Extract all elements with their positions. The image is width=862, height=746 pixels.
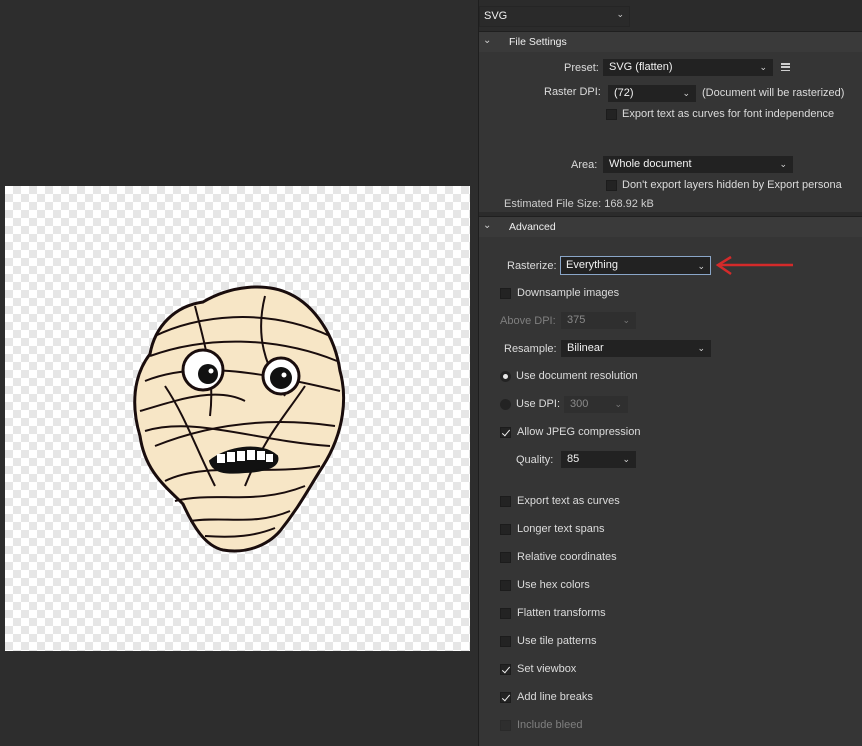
preset-value: SVG (flatten) (609, 61, 673, 73)
use-dpi-label: Use DPI: (516, 398, 561, 410)
use-dpi-value: 300 (570, 398, 589, 410)
downsample-checkbox[interactable] (500, 288, 511, 299)
option-label: Export text as curves (517, 495, 620, 507)
use-document-resolution-radio[interactable] (500, 371, 511, 382)
annotation-arrow-icon (715, 255, 793, 276)
quality-value: 85 (567, 453, 580, 465)
export-text-curves-font-label: Export text as curves for font independe… (622, 108, 835, 120)
option-label: Use hex colors (517, 579, 590, 591)
rasterize-label: Rasterize: (507, 260, 557, 272)
rasterize-dropdown[interactable]: Everything ⌄ (560, 256, 711, 275)
option-label: Flatten transforms (517, 607, 606, 619)
resample-dropdown[interactable]: Bilinear ⌄ (561, 340, 711, 357)
option-checkbox[interactable] (500, 552, 511, 563)
option-label: Set viewbox (517, 663, 577, 675)
area-label: Area: (571, 159, 598, 171)
option-label: Relative coordinates (517, 551, 617, 563)
chevron-down-icon: ⌄ (622, 315, 630, 325)
dont-export-hidden-label: Don't export layers hidden by Export per… (622, 179, 842, 191)
option-checkbox[interactable] (500, 524, 511, 535)
rasterize-value: Everything (566, 259, 618, 271)
option-label: Include bleed (517, 719, 583, 731)
resample-label: Resample: (504, 343, 557, 355)
chevron-down-icon: ⌄ (779, 159, 787, 169)
format-value: SVG (484, 10, 508, 22)
above-dpi-value: 375 (567, 314, 586, 326)
raster-dpi-dropdown[interactable]: (72) ⌄ (608, 85, 696, 102)
format-dropdown[interactable]: SVG ⌄ (479, 6, 630, 27)
area-value: Whole document (609, 158, 692, 170)
chevron-down-icon: ⌄ (614, 399, 622, 409)
downsample-label: Downsample images (517, 287, 620, 299)
area-dropdown[interactable]: Whole document ⌄ (603, 156, 793, 173)
raster-note: (Document will be rasterized) (702, 87, 845, 99)
raster-dpi-value: (72) (614, 87, 634, 99)
quality-label: Quality: (516, 454, 554, 466)
mummy-illustration (133, 285, 346, 553)
option-label: Longer text spans (517, 523, 605, 535)
preset-dropdown[interactable]: SVG (flatten) ⌄ (603, 59, 773, 76)
option-checkbox[interactable] (500, 496, 511, 507)
option-label: Add line breaks (517, 691, 593, 703)
chevron-down-icon: ⌄ (759, 62, 767, 72)
option-checkbox[interactable] (500, 720, 511, 731)
chevron-down-icon: ⌄ (483, 35, 492, 46)
use-dpi-dropdown[interactable]: 300 ⌄ (564, 396, 628, 413)
resample-value: Bilinear (567, 342, 604, 354)
option-checkbox[interactable] (500, 692, 511, 703)
chevron-down-icon: ⌄ (682, 88, 690, 98)
file-settings-header[interactable]: ⌄ File Settings (479, 31, 862, 52)
chevron-down-icon: ⌄ (616, 9, 624, 19)
estimated-file-size: Estimated File Size: 168.92 kB (504, 198, 654, 210)
preset-label: Preset: (564, 62, 599, 74)
option-checkbox[interactable] (500, 580, 511, 591)
raster-dpi-label: Raster DPI: (544, 86, 601, 98)
allow-jpeg-checkbox[interactable] (500, 427, 511, 438)
advanced-title: Advanced (509, 221, 556, 233)
option-checkbox[interactable] (500, 664, 511, 675)
use-dpi-radio[interactable] (500, 399, 511, 410)
option-checkbox[interactable] (500, 608, 511, 619)
chevron-down-icon: ⌄ (697, 343, 705, 353)
dont-export-hidden-checkbox[interactable] (606, 180, 617, 191)
preset-menu-icon[interactable] (781, 63, 790, 72)
option-label: Use tile patterns (517, 635, 597, 647)
use-document-resolution-label: Use document resolution (516, 370, 638, 382)
preview-canvas (5, 186, 470, 651)
export-text-curves-font-checkbox[interactable] (606, 109, 617, 120)
advanced-header[interactable]: ⌄ Advanced (479, 216, 862, 237)
chevron-down-icon: ⌄ (622, 454, 630, 464)
above-dpi-dropdown[interactable]: 375 ⌄ (561, 312, 636, 329)
chevron-down-icon: ⌄ (697, 261, 705, 271)
file-settings-title: File Settings (509, 36, 567, 48)
chevron-down-icon: ⌄ (483, 220, 492, 231)
quality-dropdown[interactable]: 85 ⌄ (561, 451, 636, 468)
option-checkbox[interactable] (500, 636, 511, 647)
allow-jpeg-label: Allow JPEG compression (517, 426, 641, 438)
above-dpi-label: Above DPI: (500, 315, 556, 327)
